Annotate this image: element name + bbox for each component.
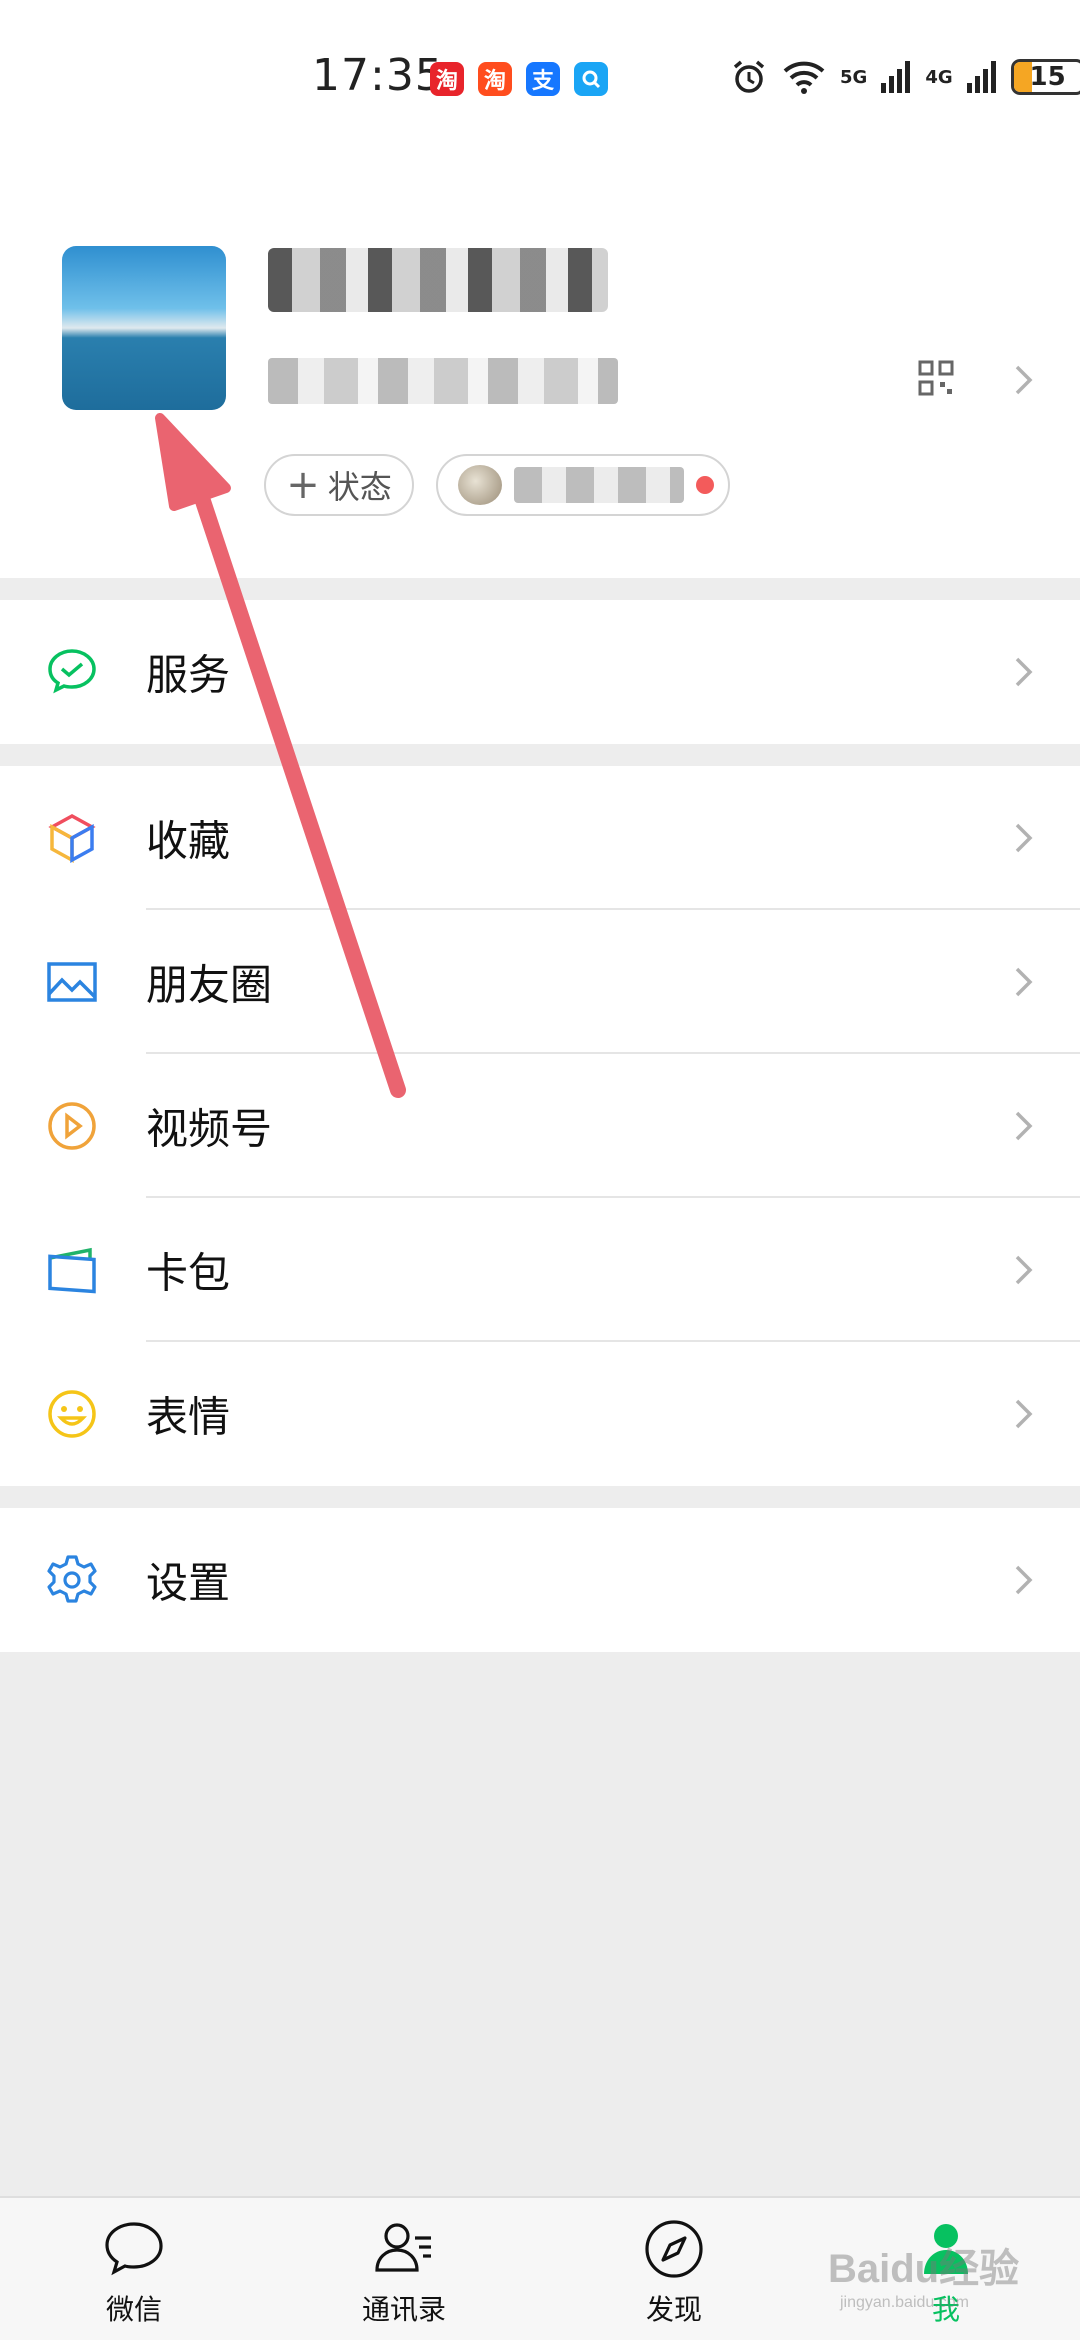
chevron-right-icon xyxy=(1015,823,1033,853)
friend-status-avatars xyxy=(458,465,502,505)
unread-dot xyxy=(696,476,714,494)
card-wallet-icon xyxy=(48,1247,96,1294)
menu-item-favorites[interactable]: 收藏 xyxy=(0,766,1080,910)
menu-label-favorites: 收藏 xyxy=(146,816,231,866)
chevron-right-icon xyxy=(1015,1399,1033,1429)
taobao-icon: 淘 xyxy=(478,62,512,96)
battery-level: 15 xyxy=(1029,62,1066,92)
alipay-icon: 支 xyxy=(526,62,560,96)
menu-label-service: 服务 xyxy=(146,650,231,700)
menu-item-cards[interactable]: 卡包 xyxy=(0,1198,1080,1342)
menu-label-moments: 朋友圈 xyxy=(146,960,273,1010)
menu-item-moments[interactable]: 朋友圈 xyxy=(0,910,1080,1054)
chevron-right-icon[interactable] xyxy=(1012,364,1036,396)
menu-group-service: 服务 xyxy=(0,600,1080,744)
status-chip-label: 状态 xyxy=(327,468,392,506)
chevron-right-icon xyxy=(1015,1255,1033,1285)
taobao-special-icon: 淘 xyxy=(430,62,464,96)
tab-contacts[interactable]: 通讯录 xyxy=(314,2216,494,2328)
chevron-right-icon xyxy=(1015,1111,1033,1141)
watermark-brand: Baidu经验 xyxy=(828,2247,1020,2291)
watermark-url: jingyan.baidu.com xyxy=(840,2294,969,2311)
tab-chats[interactable]: 微信 xyxy=(44,2216,224,2328)
sticker-smile-icon xyxy=(48,1390,96,1438)
network-5g-label: 5G xyxy=(840,66,868,88)
alarm-icon xyxy=(733,60,765,93)
tab-discover[interactable]: 发现 xyxy=(584,2216,764,2328)
status-bar: 17:35 淘 淘 支 5G 4G 15 xyxy=(0,0,1080,160)
menu-label-channels: 视频号 xyxy=(146,1104,273,1154)
menu-group-main: 收藏 朋友圈 视频号 卡包 表情 xyxy=(0,766,1080,1486)
baidu-watermark: Baidu经验 jingyan.baidu.com xyxy=(828,2236,1019,2312)
menu-item-stickers[interactable]: 表情 xyxy=(0,1342,1080,1486)
qr-code-icon[interactable] xyxy=(918,360,954,396)
chevron-right-icon xyxy=(1015,967,1033,997)
menu-item-channels[interactable]: 视频号 xyxy=(0,1054,1080,1198)
signal-5g-icon xyxy=(881,61,911,93)
channels-play-icon xyxy=(48,1102,96,1150)
tab-label-chats: 微信 xyxy=(105,2293,162,2326)
chevron-right-icon xyxy=(1015,1565,1033,1595)
avatar[interactable] xyxy=(62,246,226,410)
menu-label-settings: 设置 xyxy=(146,1558,231,1608)
notification-icons: 淘 淘 支 xyxy=(430,62,608,96)
friend-status-chip[interactable] xyxy=(436,454,730,516)
chat-bubble-icon xyxy=(105,2222,163,2276)
wechat-id-blurred xyxy=(268,358,618,404)
gear-icon xyxy=(47,1555,97,1603)
menu-item-settings[interactable]: 设置 xyxy=(0,1508,1080,1652)
nickname-blurred xyxy=(268,248,608,312)
moments-image-icon xyxy=(47,962,97,1002)
signal-4g-icon xyxy=(966,61,996,93)
tab-label-discover: 发现 xyxy=(645,2293,702,2326)
system-status: 5G 4G 15 xyxy=(730,58,1080,96)
profile-header[interactable]: + 状态 xyxy=(0,160,1080,578)
battery-body: 15 xyxy=(1010,59,1080,95)
menu-label-cards: 卡包 xyxy=(146,1248,231,1298)
menu-item-service[interactable]: 服务 xyxy=(0,600,1080,744)
menu-group-settings: 设置 xyxy=(0,1508,1080,1652)
wifi-icon xyxy=(783,61,825,94)
chevron-right-icon xyxy=(1015,657,1033,687)
favorites-cube-icon xyxy=(48,814,96,863)
plus-icon: + xyxy=(286,462,320,508)
service-icon xyxy=(48,649,96,694)
friend-status-text-blurred xyxy=(514,467,684,503)
add-status-button[interactable]: + 状态 xyxy=(264,454,414,516)
contacts-icon xyxy=(375,2223,431,2272)
search-app-icon xyxy=(574,62,608,96)
network-4g-label: 4G xyxy=(925,66,953,88)
tab-label-contacts: 通讯录 xyxy=(361,2293,446,2326)
menu-label-stickers: 表情 xyxy=(146,1392,231,1442)
compass-icon xyxy=(645,2220,703,2278)
battery-indicator: 15 xyxy=(1010,59,1080,95)
status-time: 17:35 xyxy=(312,50,444,101)
